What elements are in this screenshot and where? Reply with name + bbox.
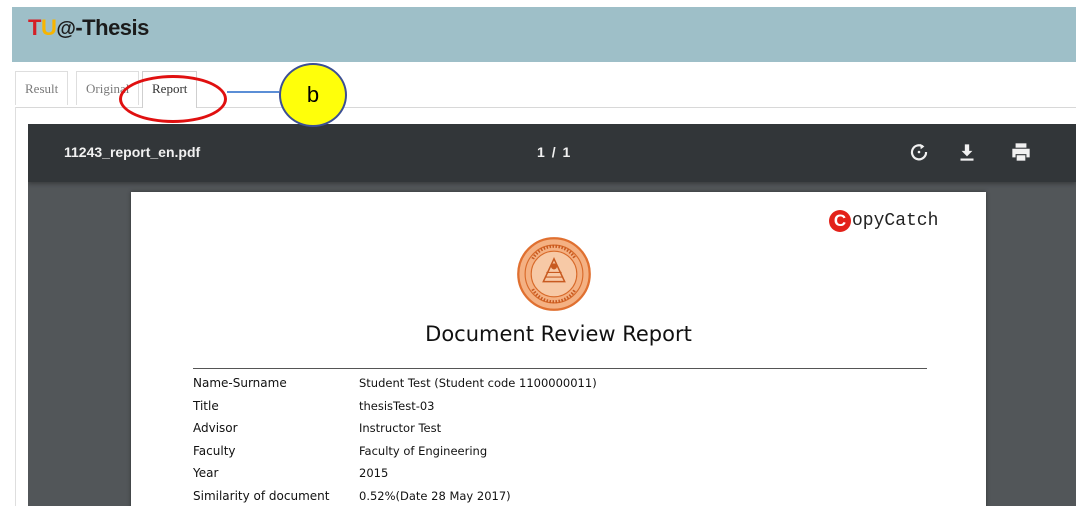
info-value-year: 2015 [359,466,389,480]
university-seal-icon [517,237,591,311]
info-label-similarity: Similarity of document [193,488,330,503]
logo-letter-u: U [40,15,57,40]
info-label-advisor: Advisor [193,421,238,435]
tab-bar: Result Original Report [15,71,1076,108]
info-value-faculty: Faculty of Engineering [359,443,488,458]
report-title: Document Review Report [425,322,692,346]
copycatch-c-mark: C [829,210,851,232]
info-value-similarity: 0.52%(Date 28 May 2017) [359,488,511,503]
info-label-title: Title [193,398,219,413]
info-value-advisor: Instructor Test [359,421,442,435]
content-border [15,107,16,506]
info-value-title: thesisTest-03 [359,398,435,413]
download-button[interactable] [954,139,980,165]
logo-letter-t: T [28,15,41,40]
copycatch-logo: CopyCatch [829,210,938,232]
page-indicator: 1 / 1 [537,144,570,160]
tab-result[interactable]: Result [15,71,69,105]
app-header: TU@-Thesis [12,7,1076,62]
info-value-name: Student Test (Student code 1100000011) [359,376,597,390]
info-label-year: Year [193,466,219,480]
pdf-viewer[interactable]: 11243_report_en.pdf 1 / 1 C opyCatch Doc… [28,124,1076,506]
tab-original[interactable]: Original [76,71,140,105]
copycatch-wordmark: opyCatch [852,211,939,231]
page-current[interactable]: 1 [537,144,545,160]
page-separator: / [551,144,556,160]
app-logo[interactable]: TU@-Thesis [28,15,149,41]
annotation-connector-line [227,91,279,93]
pdf-page: CopyCatch Document Review Report Name-Su… [131,192,986,506]
page-total: 1 [562,144,571,160]
annotation-badge: b [279,63,347,127]
logo-thesis: -Thesis [75,15,149,40]
rotate-button[interactable] [906,139,932,165]
logo-at: @ [56,18,76,40]
download-icon [960,144,974,161]
rotate-icon [910,143,928,161]
print-button[interactable] [1008,139,1034,165]
pdf-toolbar: 11243_report_en.pdf 1 / 1 [28,124,1076,182]
print-icon [1012,143,1030,161]
title-divider [193,368,927,369]
pdf-filename: 11243_report_en.pdf [64,144,201,160]
info-label-faculty: Faculty [193,443,236,458]
tab-report[interactable]: Report [142,71,198,108]
info-label-name: Name-Surname [193,376,287,390]
